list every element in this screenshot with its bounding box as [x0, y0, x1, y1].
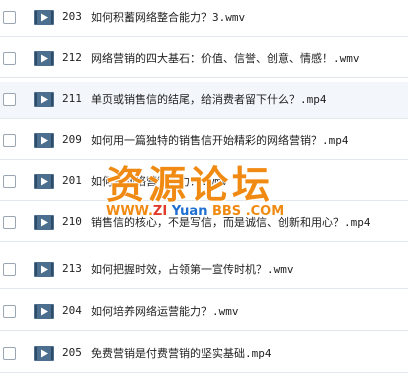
row-checkbox[interactable]: [3, 263, 16, 276]
item-number: 209: [62, 133, 82, 146]
item-title[interactable]: 免费营销是付费营销的坚实基础.mp4: [91, 345, 272, 361]
row-checkbox[interactable]: [3, 134, 16, 147]
item-number: 210: [62, 215, 82, 228]
list-item[interactable]: 203 如何积蓄网络整合能力？3.wmv: [0, 0, 408, 37]
item-title[interactable]: 如何做网络营销能力？.wmv: [91, 173, 228, 189]
row-checkbox[interactable]: [3, 52, 16, 65]
list-item[interactable]: 210 销售信的核心，不是写信，而是诚信、创新和用心？.mp4: [0, 205, 408, 242]
video-file-icon: [34, 10, 54, 25]
item-number: 201: [62, 174, 82, 187]
video-file-icon: [34, 262, 54, 277]
item-title[interactable]: 网络营销的四大基石：价值、信誉、创意、情感！.wmv: [91, 50, 360, 66]
row-checkbox[interactable]: [3, 305, 16, 318]
video-file-icon: [34, 174, 54, 189]
row-checkbox[interactable]: [3, 93, 16, 106]
item-number: 203: [62, 10, 82, 23]
item-title[interactable]: 如何用一篇独特的销售信开始精彩的网络营销？.mp4: [91, 132, 349, 148]
list-item[interactable]: 212 网络营销的四大基石：价值、信誉、创意、情感！.wmv: [0, 41, 408, 78]
item-number: 204: [62, 304, 82, 317]
row-checkbox[interactable]: [3, 175, 16, 188]
video-file-icon: [34, 51, 54, 66]
file-list: 203 如何积蓄网络整合能力？3.wmv 212 网络营销的四大基石：价值、信誉…: [0, 0, 408, 373]
video-file-icon: [34, 133, 54, 148]
item-number: 212: [62, 51, 82, 64]
item-number: 205: [62, 346, 82, 359]
video-file-icon: [34, 304, 54, 319]
list-item[interactable]: 205 免费营销是付费营销的坚实基础.mp4: [0, 336, 408, 373]
video-file-icon: [34, 92, 54, 107]
list-item[interactable]: 209 如何用一篇独特的销售信开始精彩的网络营销？.mp4: [0, 123, 408, 160]
item-title[interactable]: 单页或销售信的结尾，给消费者留下什么？.mp4: [91, 91, 327, 107]
item-title[interactable]: 如何把握时效，占领第一宣传时机？.wmv: [91, 261, 294, 277]
list-item[interactable]: 201 如何做网络营销能力？.wmv: [0, 164, 408, 201]
video-file-icon: [34, 346, 54, 361]
row-checkbox[interactable]: [3, 216, 16, 229]
list-item[interactable]: 204 如何培养网络运营能力？.wmv: [0, 294, 408, 331]
row-checkbox[interactable]: [3, 11, 16, 24]
item-title[interactable]: 如何培养网络运营能力？.wmv: [91, 303, 239, 319]
item-title[interactable]: 如何积蓄网络整合能力？3.wmv: [91, 9, 245, 25]
item-number: 211: [62, 92, 82, 105]
list-item[interactable]: 211 单页或销售信的结尾，给消费者留下什么？.mp4: [0, 82, 408, 119]
item-number: 213: [62, 262, 82, 275]
video-file-icon: [34, 215, 54, 230]
row-checkbox[interactable]: [3, 347, 16, 360]
list-item[interactable]: 213 如何把握时效，占领第一宣传时机？.wmv: [0, 252, 408, 289]
item-title[interactable]: 销售信的核心，不是写信，而是诚信、创新和用心？.mp4: [91, 214, 371, 230]
